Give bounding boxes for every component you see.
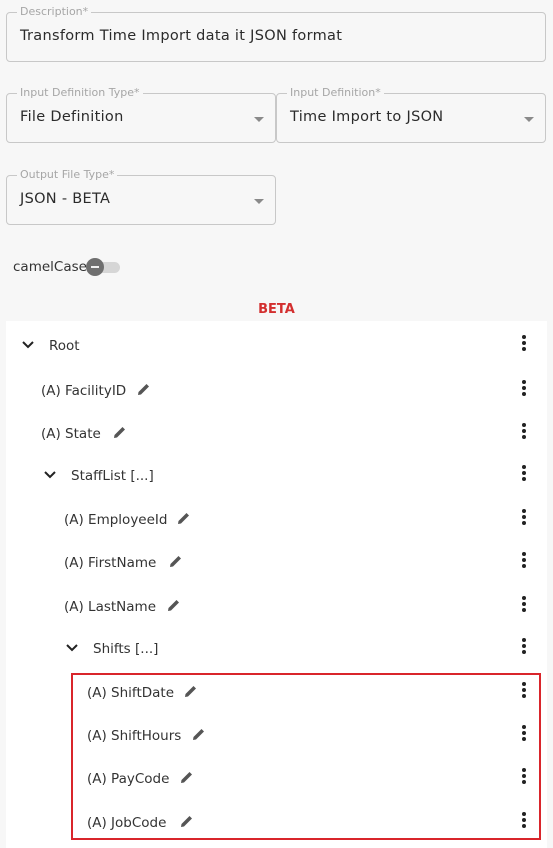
tree-node-label: (A) PayCode <box>87 771 170 787</box>
tree-node-shifthours: (A) ShiftHours <box>6 722 547 752</box>
more-vert-icon[interactable] <box>515 635 533 657</box>
output-file-type-select[interactable]: Output File Type* JSON - BETA <box>6 168 276 225</box>
pencil-icon[interactable] <box>168 553 184 569</box>
tree-node-label: Root <box>49 338 80 354</box>
tree-node-root: Root <box>6 332 547 362</box>
tree-node-label: (A) JobCode <box>87 815 167 831</box>
tree-node-shiftdate: (A) ShiftDate <box>6 679 547 709</box>
camelcase-toggle[interactable] <box>86 258 104 276</box>
more-vert-icon[interactable] <box>515 377 533 399</box>
more-vert-icon[interactable] <box>515 462 533 484</box>
pencil-icon[interactable] <box>176 510 192 526</box>
tree-panel: Root (A) FacilityID (A) State StaffList … <box>6 321 547 848</box>
dropdown-caret-icon <box>524 117 534 122</box>
more-vert-icon[interactable] <box>515 506 533 528</box>
more-vert-icon[interactable] <box>515 593 533 615</box>
pencil-icon[interactable] <box>179 813 195 829</box>
tree-node-label: StaffList [...] <box>71 468 154 484</box>
input-definition-value: Time Import to JSON <box>290 109 444 125</box>
tree-node-label: (A) LastName <box>64 599 157 615</box>
beta-label: BETA <box>258 302 295 317</box>
dropdown-caret-icon <box>254 117 264 122</box>
pencil-icon[interactable] <box>112 424 128 440</box>
tree-node-lastname: (A) LastName <box>6 593 547 623</box>
output-file-type-value: JSON - BETA <box>20 191 111 207</box>
input-definition-type-label: Input Definition Type* <box>17 86 143 100</box>
tree-node-label: Shifts [...] <box>93 641 159 657</box>
more-vert-icon[interactable] <box>515 679 533 701</box>
tree-node-label: (A) EmployeeId <box>64 512 168 528</box>
tree-node-label: (A) State <box>41 426 101 442</box>
pencil-icon[interactable] <box>179 769 195 785</box>
more-vert-icon[interactable] <box>515 722 533 744</box>
input-definition-type-value: File Definition <box>20 109 124 125</box>
pencil-icon[interactable] <box>191 726 207 742</box>
tree-node-jobcode: (A) JobCode <box>6 809 547 839</box>
chevron-down-icon[interactable] <box>43 468 57 482</box>
camelcase-label: camelCase <box>13 259 87 275</box>
dropdown-caret-icon <box>254 199 264 204</box>
pencil-icon[interactable] <box>136 381 152 397</box>
more-vert-icon[interactable] <box>515 549 533 571</box>
description-value: Transform Time Import data it JSON forma… <box>20 28 343 44</box>
tree-node-shifts: Shifts [...] <box>6 635 547 665</box>
input-definition-label: Input Definition* <box>287 86 384 100</box>
more-vert-icon[interactable] <box>515 809 533 831</box>
tree-node-label: (A) FacilityID <box>41 383 127 399</box>
description-field[interactable]: Description* Transform Time Import data … <box>6 5 546 62</box>
tree-node-employeeid: (A) EmployeeId <box>6 506 547 536</box>
more-vert-icon[interactable] <box>515 332 533 354</box>
pencil-icon[interactable] <box>183 683 199 699</box>
description-label: Description* <box>17 5 92 19</box>
output-file-type-label: Output File Type* <box>17 168 118 182</box>
tree-node-state: (A) State <box>6 420 547 450</box>
more-vert-icon[interactable] <box>515 765 533 787</box>
tree-node-label: (A) FirstName <box>64 555 157 571</box>
more-vert-icon[interactable] <box>515 420 533 442</box>
tree-node-facilityid: (A) FacilityID <box>6 377 547 407</box>
tree-node-paycode: (A) PayCode <box>6 765 547 795</box>
tree-node-stafflist: StaffList [...] <box>6 462 547 492</box>
input-definition-select[interactable]: Input Definition* Time Import to JSON <box>276 86 546 143</box>
chevron-down-icon[interactable] <box>65 641 79 655</box>
tree-node-label: (A) ShiftDate <box>87 685 175 701</box>
pencil-icon[interactable] <box>166 597 182 613</box>
tree-node-label: (A) ShiftHours <box>87 728 182 744</box>
tree-node-firstname: (A) FirstName <box>6 549 547 579</box>
input-definition-type-select[interactable]: Input Definition Type* File Definition <box>6 86 276 143</box>
chevron-down-icon[interactable] <box>21 338 35 352</box>
